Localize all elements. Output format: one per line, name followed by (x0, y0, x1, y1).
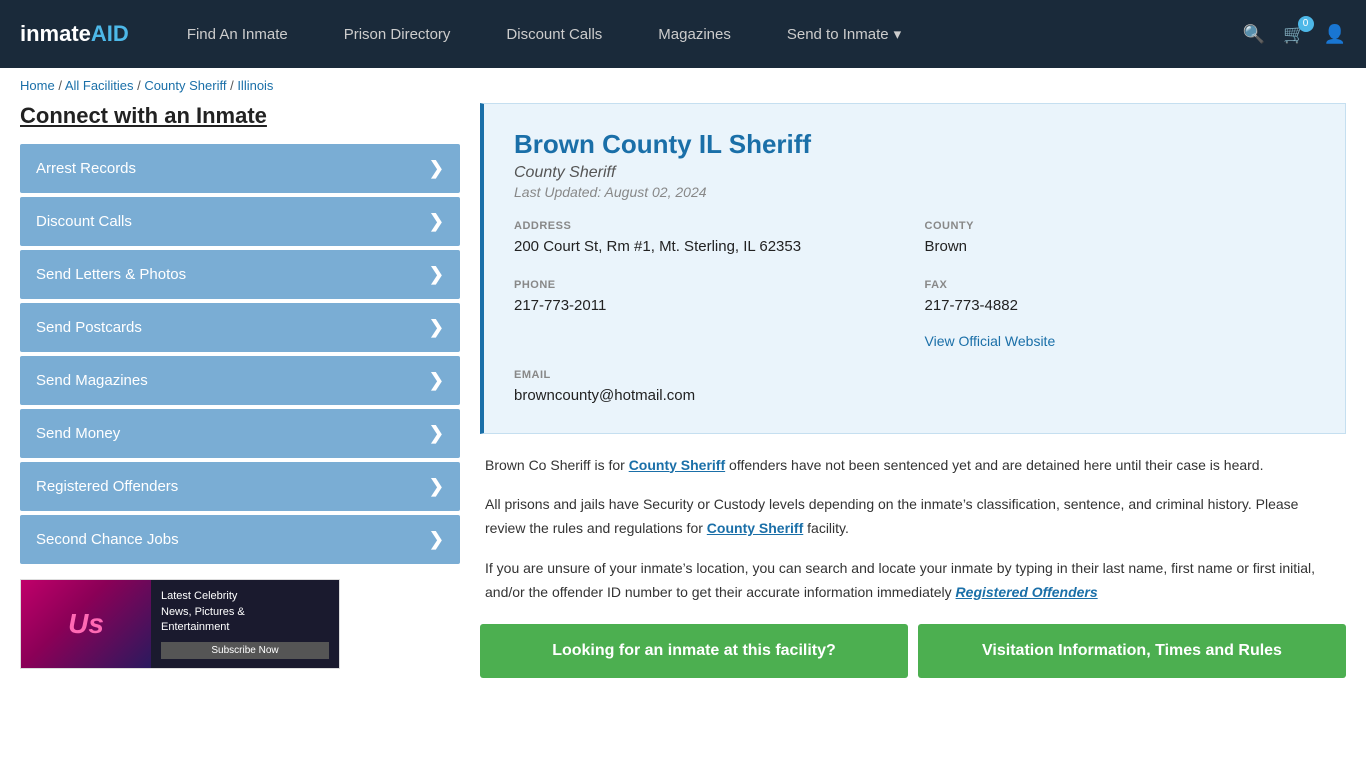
ad-text: Latest Celebrity News, Pictures & Entert… (161, 589, 329, 635)
nav-links: Find An Inmate Prison Directory Discount… (159, 25, 1243, 43)
search-icon[interactable]: 🔍 (1243, 24, 1265, 45)
county-section: COUNTY Brown (925, 220, 1316, 259)
fax-label: FAX (925, 279, 1316, 291)
address-section: ADDRESS 200 Court St, Rm #1, Mt. Sterlin… (514, 220, 905, 259)
phone-label: PHONE (514, 279, 905, 291)
ad-content: Latest Celebrity News, Pictures & Entert… (151, 580, 339, 668)
fax-value: 217-773-4882 (925, 295, 1316, 318)
sidebar-item-send-postcards[interactable]: Send Postcards ❯ (20, 303, 460, 352)
email-value: browncounty@hotmail.com (514, 385, 905, 408)
dropdown-arrow-icon: ▾ (894, 25, 902, 43)
ad-image: Us (21, 580, 151, 668)
cart-icon[interactable]: 🛒 0 (1283, 24, 1305, 45)
arrow-icon: ❯ (429, 264, 444, 285)
arrow-icon: ❯ (429, 211, 444, 232)
facility-type: County Sheriff (514, 164, 1315, 182)
sidebar-item-discount-calls[interactable]: Discount Calls ❯ (20, 197, 460, 246)
nav-send-to-inmate[interactable]: Send to Inmate ▾ (759, 25, 929, 43)
breadcrumb-county-sheriff[interactable]: County Sheriff (144, 78, 226, 93)
address-label: ADDRESS (514, 220, 905, 232)
email-section: EMAIL browncounty@hotmail.com (514, 369, 905, 408)
content-area: Brown County IL Sheriff County Sheriff L… (480, 103, 1346, 678)
logo[interactable]: inmateAID (20, 21, 129, 47)
phone-value: 217-773-2011 (514, 295, 905, 318)
nav-discount-calls[interactable]: Discount Calls (478, 26, 630, 43)
looking-for-inmate-button[interactable]: Looking for an inmate at this facility? (480, 624, 908, 678)
arrow-icon: ❯ (429, 317, 444, 338)
main-container: Connect with an Inmate Arrest Records ❯ … (0, 103, 1366, 698)
breadcrumb-all-facilities[interactable]: All Facilities (65, 78, 134, 93)
county-sheriff-link-2[interactable]: County Sheriff (707, 520, 803, 536)
description-section: Brown Co Sheriff is for County Sheriff o… (480, 454, 1346, 605)
ad-logo: Us (68, 608, 104, 640)
breadcrumb-home[interactable]: Home (20, 78, 55, 93)
facility-updated: Last Updated: August 02, 2024 (514, 184, 1315, 200)
user-icon[interactable]: 👤 (1324, 24, 1346, 45)
sidebar-item-arrest-records[interactable]: Arrest Records ❯ (20, 144, 460, 193)
county-label: COUNTY (925, 220, 1316, 232)
email-label: EMAIL (514, 369, 905, 381)
visitation-info-button[interactable]: Visitation Information, Times and Rules (918, 624, 1346, 678)
sidebar-item-send-letters[interactable]: Send Letters & Photos ❯ (20, 250, 460, 299)
county-value: Brown (925, 236, 1316, 259)
arrow-icon: ❯ (429, 529, 444, 550)
nav-prison-directory[interactable]: Prison Directory (316, 26, 479, 43)
address-value: 200 Court St, Rm #1, Mt. Sterling, IL 62… (514, 236, 905, 259)
arrow-icon: ❯ (429, 476, 444, 497)
sidebar-title: Connect with an Inmate (20, 103, 460, 129)
fax-section: FAX 217-773-4882 View Official Website (925, 279, 1316, 350)
arrow-icon: ❯ (429, 158, 444, 179)
nav-magazines[interactable]: Magazines (630, 26, 759, 43)
sidebar-item-send-money[interactable]: Send Money ❯ (20, 409, 460, 458)
sidebar-menu: Arrest Records ❯ Discount Calls ❯ Send L… (20, 144, 460, 564)
facility-details: ADDRESS 200 Court St, Rm #1, Mt. Sterlin… (514, 220, 1315, 408)
ad-subscribe-button[interactable]: Subscribe Now (161, 642, 329, 659)
description-para-1: Brown Co Sheriff is for County Sheriff o… (485, 454, 1341, 478)
description-para-3: If you are unsure of your inmate’s locat… (485, 557, 1341, 605)
facility-card: Brown County IL Sheriff County Sheriff L… (480, 103, 1346, 434)
phone-section: PHONE 217-773-2011 (514, 279, 905, 350)
description-para-2: All prisons and jails have Security or C… (485, 493, 1341, 541)
sidebar-item-second-chance-jobs[interactable]: Second Chance Jobs ❯ (20, 515, 460, 564)
nav-right: 🔍 🛒 0 👤 (1243, 24, 1346, 45)
sidebar: Connect with an Inmate Arrest Records ❯ … (20, 103, 460, 678)
website-link[interactable]: View Official Website (925, 333, 1056, 349)
cart-badge: 0 (1298, 16, 1314, 32)
nav-find-inmate[interactable]: Find An Inmate (159, 26, 316, 43)
arrow-icon: ❯ (429, 370, 444, 391)
county-sheriff-link-1[interactable]: County Sheriff (629, 457, 725, 473)
sidebar-item-send-magazines[interactable]: Send Magazines ❯ (20, 356, 460, 405)
navigation: inmateAID Find An Inmate Prison Director… (0, 0, 1366, 68)
facility-name: Brown County IL Sheriff (514, 129, 1315, 160)
breadcrumb-illinois[interactable]: Illinois (237, 78, 273, 93)
breadcrumb: Home / All Facilities / County Sheriff /… (0, 68, 1366, 103)
bottom-buttons: Looking for an inmate at this facility? … (480, 624, 1346, 678)
arrow-icon: ❯ (429, 423, 444, 444)
registered-offenders-link[interactable]: Registered Offenders (956, 584, 1098, 600)
advertisement[interactable]: Us Latest Celebrity News, Pictures & Ent… (20, 579, 340, 669)
sidebar-item-registered-offenders[interactable]: Registered Offenders ❯ (20, 462, 460, 511)
